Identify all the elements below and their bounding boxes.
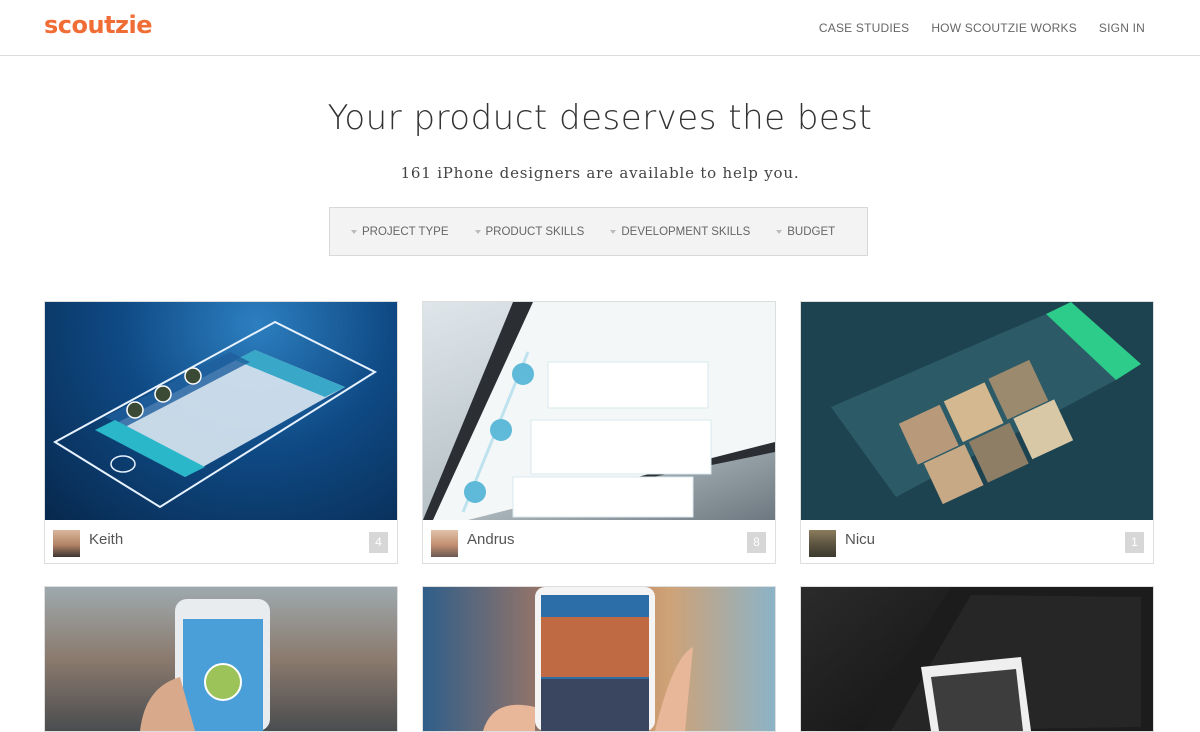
designer-card-keith[interactable]: Keith 4 (44, 301, 398, 564)
card-footer: Andrus 8 (423, 520, 775, 563)
avatar[interactable] (53, 530, 80, 557)
filter-label: PROJECT TYPE (362, 225, 449, 238)
designer-card[interactable] (422, 586, 776, 732)
project-count-badge: 4 (369, 532, 388, 553)
designer-card[interactable] (800, 586, 1154, 732)
portfolio-image (801, 587, 1153, 731)
portfolio-image (423, 302, 775, 520)
designer-name[interactable]: Andrus (467, 531, 515, 548)
card-footer: Nicu 1 (801, 520, 1153, 563)
main-nav: CASE STUDIES HOW SCOUTZIE WORKS SIGN IN (819, 21, 1145, 35)
photo-feed-app-illustration (831, 302, 1141, 505)
filter-label: DEVELOPMENT SKILLS (621, 225, 751, 238)
nav-how-it-works[interactable]: HOW SCOUTZIE WORKS (931, 21, 1077, 35)
caret-down-icon (474, 229, 481, 234)
hand-holding-phone-photo (140, 599, 270, 731)
hero-title: Your product deserves the best (327, 98, 873, 138)
caret-down-icon (776, 229, 783, 234)
people-cards-app-photo (861, 587, 1153, 731)
project-count-badge: 1 (1125, 532, 1144, 553)
portfolio-image (801, 302, 1153, 520)
travel-app-phone-photo (483, 587, 693, 731)
phone-app-timeline-illustration (423, 302, 775, 520)
nav-sign-in[interactable]: SIGN IN (1099, 21, 1145, 35)
filter-project-type[interactable]: PROJECT TYPE (351, 226, 449, 238)
designer-name[interactable]: Keith (89, 531, 123, 548)
portfolio-image (45, 302, 397, 520)
portfolio-image (423, 587, 775, 731)
avatar[interactable] (431, 530, 458, 557)
logo[interactable]: scoutzie (44, 11, 153, 39)
designer-card-andrus[interactable]: Andrus 8 (422, 301, 776, 564)
filter-product-skills[interactable]: PRODUCT SKILLS (474, 225, 585, 238)
top-bar: scoutzie CASE STUDIES HOW SCOUTZIE WORKS… (0, 0, 1200, 56)
phone-wireframe-illustration (53, 320, 378, 509)
filter-label: PRODUCT SKILLS (485, 225, 585, 238)
portfolio-image (45, 587, 397, 731)
filter-development-skills[interactable]: DEVELOPMENT SKILLS (610, 226, 750, 238)
caret-down-icon (351, 229, 357, 234)
filter-label: BUDGET (787, 225, 836, 238)
card-footer: Keith 4 (45, 520, 397, 563)
designer-name[interactable]: Nicu (845, 531, 875, 548)
designer-card-nicu[interactable]: Nicu 1 (800, 301, 1154, 564)
designer-card[interactable] (44, 586, 398, 732)
avatar[interactable] (809, 530, 836, 557)
project-count-badge: 8 (747, 532, 766, 553)
filter-bar: PROJECT TYPE PRODUCT SKILLS DEVELOPMENT … (329, 207, 868, 256)
caret-down-icon (610, 229, 617, 234)
hero-subtitle: 161 iPhone designers are available to he… (400, 164, 800, 182)
nav-case-studies[interactable]: CASE STUDIES (819, 21, 909, 35)
filter-budget[interactable]: BUDGET (776, 226, 835, 238)
